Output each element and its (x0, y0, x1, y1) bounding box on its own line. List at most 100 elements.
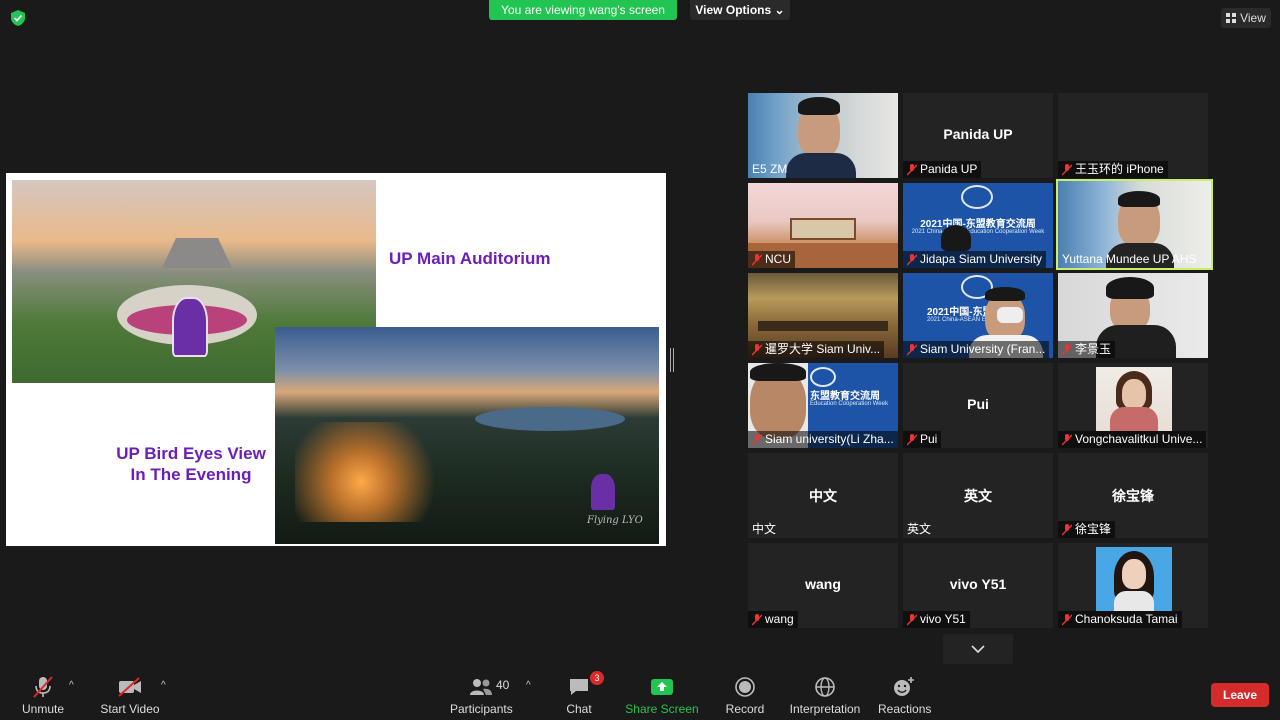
security-shield-icon[interactable] (9, 9, 27, 27)
video-tile[interactable]: 徐宝锋 徐宝锋 (1058, 453, 1208, 538)
view-options-label: View Options (695, 3, 772, 17)
share-screen-label: Share Screen (625, 702, 699, 716)
reactions-label: Reactions (878, 702, 932, 716)
mic-muted-icon (1062, 163, 1072, 175)
share-screen-arrow-icon (651, 679, 673, 695)
video-tile[interactable]: 2021中国-东盟教 2021 China-ASEAN Education Si… (903, 273, 1053, 358)
participants-count: 40 (496, 678, 510, 692)
participant-label: Panida UP (903, 161, 982, 178)
interpretation-label: Interpretation (789, 702, 861, 716)
video-tile[interactable]: 暹罗大学 Siam Univ... (748, 273, 898, 358)
participant-label: 徐宝锋 (1058, 521, 1116, 538)
participant-label: Siam university(Li Zha... (748, 431, 898, 448)
mic-muted-icon (752, 253, 762, 265)
participant-label: 英文 (907, 522, 932, 536)
participant-name: Pui (967, 396, 989, 412)
mic-muted-icon (752, 433, 762, 445)
video-tile[interactable]: 英文 英文 (903, 453, 1053, 538)
participant-label: vivo Y51 (903, 611, 970, 628)
participants-options-caret[interactable]: ^ (526, 680, 531, 691)
video-options-caret[interactable]: ^ (161, 680, 166, 691)
view-label: View (1240, 11, 1266, 25)
slide-title-line1: UP Bird Eyes View (116, 444, 266, 463)
participant-label: E5 ZM (752, 162, 788, 176)
audio-options-caret[interactable]: ^ (69, 680, 74, 691)
shared-screen: UP Main Auditorium UP Bird Eyes View In … (6, 173, 666, 546)
mic-muted-icon (1062, 613, 1072, 625)
video-tile[interactable]: 中文 中文 (748, 453, 898, 538)
unmute-button[interactable]: Unmute (18, 674, 68, 716)
gallery-next-page-button[interactable] (943, 634, 1013, 664)
globe-icon (815, 677, 835, 697)
mic-muted-icon (1062, 523, 1072, 535)
banner-subtitle: Education Cooperation Week (810, 401, 888, 407)
mic-muted-icon (752, 613, 762, 625)
mic-muted-icon (907, 343, 917, 355)
interpretation-button[interactable]: Interpretation (788, 674, 862, 716)
mic-muted-icon (907, 613, 917, 625)
participants-icon (470, 679, 492, 695)
video-tile[interactable]: NCU (748, 183, 898, 268)
mic-muted-icon (752, 343, 762, 355)
chat-button[interactable]: 3 Chat (562, 671, 604, 716)
video-tile[interactable]: Chanoksuda Tamai (1058, 543, 1208, 628)
university-logo-icon (172, 297, 208, 357)
start-video-button[interactable]: Start Video (100, 674, 160, 716)
microphone-muted-icon (33, 676, 53, 698)
mic-muted-icon (907, 433, 917, 445)
mic-muted-icon (907, 253, 917, 265)
video-camera-off-icon (118, 677, 141, 697)
mic-muted-icon (1062, 433, 1072, 445)
mic-muted-icon (907, 163, 917, 175)
video-tile[interactable]: Pui Pui (903, 363, 1053, 448)
video-tile[interactable]: 李景玉 (1058, 273, 1208, 358)
video-tile[interactable]: vivo Y51 vivo Y51 (903, 543, 1053, 628)
video-tile[interactable]: 东盟教育交流周 Education Cooperation Week Siam … (748, 363, 898, 448)
slide-title-bird-eyes: UP Bird Eyes View In The Evening (106, 443, 276, 485)
video-tile[interactable]: E5 ZM (748, 93, 898, 178)
mic-muted-icon (1062, 343, 1072, 355)
participant-name: 徐宝锋 (1112, 488, 1154, 504)
view-layout-button[interactable]: View (1221, 8, 1271, 28)
video-tile[interactable]: Vongchavalitkul Unive... (1058, 363, 1208, 448)
grid-icon (1226, 13, 1237, 23)
participant-label: NCU (748, 251, 795, 268)
video-tile[interactable]: 2021中国-东盟教育交流周 2021 China-ASEAN Educatio… (903, 183, 1053, 268)
viewing-screen-banner: You are viewing wang's screen (489, 0, 677, 20)
leave-button[interactable]: Leave (1211, 683, 1269, 707)
logo-caption: Flying LYO (587, 515, 643, 526)
chevron-down-icon: ⌄ (774, 3, 785, 17)
participant-label: Vongchavalitkul Unive... (1058, 431, 1207, 448)
participant-label: 王玉环的 iPhone (1058, 161, 1168, 178)
participant-label: Siam University (Fran... (903, 341, 1050, 358)
participant-label: wang (748, 611, 798, 628)
view-options-button[interactable]: View Options ⌄ (690, 0, 790, 20)
participant-label: Pui (903, 431, 942, 448)
participant-name: Panida UP (943, 126, 1013, 142)
share-screen-button[interactable]: Share Screen (624, 674, 700, 716)
participant-label: Chanoksuda Tamai (1058, 611, 1182, 628)
participant-name: wang (805, 576, 841, 592)
video-tile[interactable]: wang wang (748, 543, 898, 628)
video-tile[interactable]: Panida UP Panida UP (903, 93, 1053, 178)
participant-name: 中文 (809, 488, 837, 504)
reactions-button[interactable]: Reactions (878, 674, 932, 716)
slide-title-line2: In The Evening (130, 465, 252, 484)
split-resize-handle[interactable] (670, 348, 674, 372)
unmute-label: Unmute (21, 702, 65, 716)
participant-label: Yuttana Mundee UP AHS (1062, 252, 1197, 266)
banner-subtitle: 2021 China-ASEAN Education Cooperation W… (911, 229, 1045, 235)
chat-bubble-icon (570, 679, 588, 695)
record-label: Record (725, 702, 765, 716)
record-button[interactable]: Record (722, 674, 768, 716)
participant-label: 暹罗大学 Siam Univ... (748, 341, 885, 358)
evening-aerial-photo: Flying LYO (275, 327, 659, 544)
record-icon (735, 677, 755, 697)
chat-label: Chat (566, 702, 592, 716)
video-tile-active-speaker[interactable]: Yuttana Mundee UP AHS (1056, 179, 1213, 270)
participant-name: 英文 (964, 488, 992, 504)
video-tile[interactable]: 王玉环的 iPhone (1058, 93, 1208, 178)
smiley-add-icon (894, 677, 914, 696)
slide-title-auditorium: UP Main Auditorium (389, 249, 551, 268)
participants-label: Participants (450, 702, 513, 716)
